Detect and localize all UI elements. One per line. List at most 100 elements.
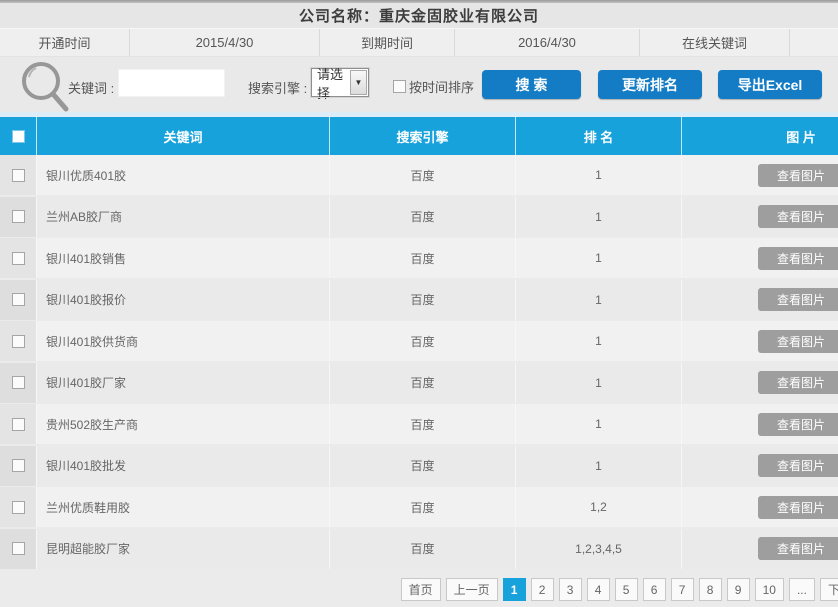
row-keyword: 贵州502胶生产商 — [37, 404, 330, 444]
row-engine: 百度 — [330, 487, 516, 527]
row-checkbox-cell — [0, 280, 37, 320]
row-keyword: 银川401胶报价 — [37, 280, 330, 320]
keyword-input[interactable] — [118, 69, 225, 97]
page-number-button[interactable]: 4 — [587, 578, 610, 601]
ellipsis-page-button[interactable]: ... — [789, 578, 815, 601]
row-checkbox-cell — [0, 155, 37, 195]
page-number-button[interactable]: 7 — [671, 578, 694, 601]
keyword-rank-page: 公司名称：重庆金固胶业有限公司 开通时间 2015/4/30 到期时间 2016… — [0, 0, 838, 607]
first-page-button[interactable]: 首页 — [401, 578, 441, 601]
row-checkbox-cell — [0, 321, 37, 361]
page-number-button[interactable]: 5 — [615, 578, 638, 601]
row-keyword: 昆明超能胶厂家 — [37, 529, 330, 569]
row-checkbox[interactable] — [12, 418, 25, 431]
row-engine: 百度 — [330, 529, 516, 569]
header-image: 图 片 — [682, 117, 838, 155]
select-all-checkbox[interactable] — [12, 130, 25, 143]
online-keywords-value — [790, 29, 838, 56]
page-number-button[interactable]: 6 — [643, 578, 666, 601]
row-keyword: 银川优质401胶 — [37, 155, 330, 195]
row-engine: 百度 — [330, 321, 516, 361]
page-number-button[interactable]: 2 — [531, 578, 554, 601]
header-keyword: 关键词 — [37, 117, 330, 155]
row-keyword: 兰州AB胶厂商 — [37, 197, 330, 237]
row-checkbox-cell — [0, 529, 37, 569]
page-number-button[interactable]: 3 — [559, 578, 582, 601]
row-checkbox[interactable] — [12, 335, 25, 348]
row-image-cell: 查看图片 — [682, 280, 838, 320]
search-button[interactable]: 搜 索 — [482, 70, 581, 99]
row-checkbox-cell — [0, 446, 37, 486]
table-row: 银川401胶厂家 百度 1 查看图片 — [0, 363, 838, 403]
keyword-label: 关键词 : — [68, 78, 114, 97]
view-image-button[interactable]: 查看图片 — [758, 330, 838, 353]
view-image-button[interactable]: 查看图片 — [758, 247, 838, 270]
view-image-button[interactable]: 查看图片 — [758, 371, 838, 394]
header-rank: 排 名 — [516, 117, 682, 155]
row-engine: 百度 — [330, 280, 516, 320]
row-checkbox[interactable] — [12, 542, 25, 555]
row-rank: 1 — [516, 280, 682, 320]
row-checkbox[interactable] — [12, 459, 25, 472]
view-image-button[interactable]: 查看图片 — [758, 496, 838, 519]
view-image-button[interactable]: 查看图片 — [758, 413, 838, 436]
select-all-cell — [0, 117, 37, 155]
view-image-button[interactable]: 查看图片 — [758, 537, 838, 560]
row-image-cell: 查看图片 — [682, 321, 838, 361]
row-image-cell: 查看图片 — [682, 404, 838, 444]
prev-page-button[interactable]: 上一页 — [446, 578, 498, 601]
view-image-button[interactable]: 查看图片 — [758, 164, 838, 187]
engine-select[interactable]: 请选择 ▼ — [311, 68, 369, 97]
engine-label: 搜索引擎 : — [248, 78, 307, 97]
row-checkbox[interactable] — [12, 210, 25, 223]
header-engine: 搜索引擎 — [330, 117, 516, 155]
row-checkbox[interactable] — [12, 501, 25, 514]
search-toolbar: 关键词 : 搜索引擎 : 请选择 ▼ 按时间排序 搜 索 更新排名 导出Exce… — [0, 57, 838, 112]
table-row: 银川401胶批发 百度 1 查看图片 — [0, 446, 838, 486]
row-rank: 1 — [516, 155, 682, 195]
row-rank: 1 — [516, 363, 682, 403]
table-row: 银川401胶销售 百度 1 查看图片 — [0, 238, 838, 278]
row-checkbox-cell — [0, 238, 37, 278]
row-keyword: 银川401胶厂家 — [37, 363, 330, 403]
table-row: 银川401胶供货商 百度 1 查看图片 — [0, 321, 838, 361]
table-row: 贵州502胶生产商 百度 1 查看图片 — [0, 404, 838, 444]
row-engine: 百度 — [330, 404, 516, 444]
row-checkbox[interactable] — [12, 169, 25, 182]
export-excel-button[interactable]: 导出Excel — [718, 70, 822, 99]
row-checkbox-cell — [0, 487, 37, 527]
company-title: 公司名称：重庆金固胶业有限公司 — [299, 5, 539, 26]
row-image-cell: 查看图片 — [682, 238, 838, 278]
next-page-button[interactable]: 下一页 — [820, 578, 838, 601]
row-rank: 1,2 — [516, 487, 682, 527]
sort-by-time-checkbox[interactable] — [393, 80, 406, 93]
view-image-button[interactable]: 查看图片 — [758, 205, 838, 228]
row-checkbox[interactable] — [12, 252, 25, 265]
dropdown-arrow-icon[interactable]: ▼ — [350, 70, 367, 95]
online-keywords-label: 在线关键词 — [640, 29, 790, 56]
row-engine: 百度 — [330, 363, 516, 403]
table-row: 昆明超能胶厂家 百度 1,2,3,4,5 查看图片 — [0, 529, 838, 569]
row-rank: 1 — [516, 197, 682, 237]
sort-by-time-option[interactable]: 按时间排序 — [393, 77, 474, 96]
row-checkbox[interactable] — [12, 293, 25, 306]
update-rank-button[interactable]: 更新排名 — [598, 70, 702, 99]
page-number-button[interactable]: 10 — [755, 578, 784, 601]
view-image-button[interactable]: 查看图片 — [758, 288, 838, 311]
table-row: 兰州优质鞋用胶 百度 1,2 查看图片 — [0, 487, 838, 527]
sort-by-time-label: 按时间排序 — [409, 77, 474, 96]
page-number-button[interactable]: 8 — [699, 578, 722, 601]
row-image-cell: 查看图片 — [682, 363, 838, 403]
row-checkbox[interactable] — [12, 376, 25, 389]
row-image-cell: 查看图片 — [682, 446, 838, 486]
row-image-cell: 查看图片 — [682, 155, 838, 195]
page-number-button[interactable]: 1 — [503, 578, 526, 601]
search-magnifier-icon — [16, 60, 72, 112]
engine-selected-value: 请选择 — [312, 64, 350, 102]
view-image-button[interactable]: 查看图片 — [758, 454, 838, 477]
table-row: 银川优质401胶 百度 1 查看图片 — [0, 155, 838, 195]
expire-time-value: 2016/4/30 — [455, 29, 640, 56]
row-image-cell: 查看图片 — [682, 487, 838, 527]
row-engine: 百度 — [330, 155, 516, 195]
page-number-button[interactable]: 9 — [727, 578, 750, 601]
